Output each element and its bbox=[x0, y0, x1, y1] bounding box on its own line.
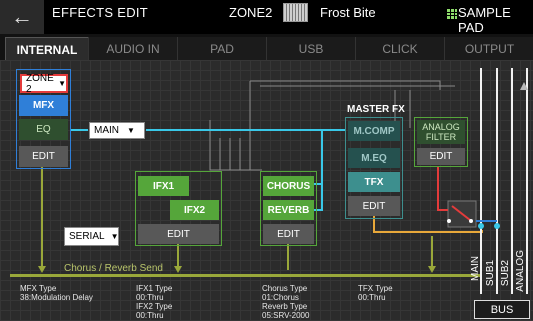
chorus-reverb-send-label: Chorus / Reverb Send bbox=[64, 263, 163, 274]
effects-edit-screen: ← EFFECTS EDIT ZONE2 Frost Bite SAMPLE P… bbox=[0, 0, 533, 321]
grid-icon bbox=[447, 9, 457, 19]
chorus-reverb-edit-button[interactable]: EDIT bbox=[263, 224, 314, 244]
screen-title: EFFECTS EDIT bbox=[52, 5, 149, 20]
routing-area: ZONE 2 ▼ MFX EQ EDIT MAIN ▼ IFX1 IFX2 EDIT… bbox=[0, 60, 533, 321]
zone-select-dropdown[interactable]: ZONE 2 ▼ bbox=[20, 72, 68, 95]
chorus-type-value: 01:Chorus bbox=[262, 293, 299, 302]
mcomp-button[interactable]: M.COMP bbox=[348, 121, 400, 141]
tab-click[interactable]: CLICK bbox=[355, 37, 444, 60]
tab-output[interactable]: OUTPUT bbox=[444, 37, 533, 60]
output-main-label: MAIN bbox=[470, 256, 481, 281]
output-sub1-label: SUB1 bbox=[485, 260, 496, 287]
chevron-down-icon: ▼ bbox=[58, 79, 66, 88]
header-bar: ← EFFECTS EDIT ZONE2 Frost Bite SAMPLE P… bbox=[0, 0, 533, 35]
ifx2-type-info: IFX2 Type 00:Thru bbox=[136, 302, 172, 320]
output-analog-label: ANALOG bbox=[515, 250, 526, 292]
reverb-button[interactable]: REVERB bbox=[263, 200, 314, 220]
output-sub2-label: SUB2 bbox=[500, 260, 511, 287]
tfx-button[interactable]: TFX bbox=[348, 172, 400, 192]
chevron-down-icon: ▼ bbox=[127, 126, 135, 135]
tab-pad[interactable]: PAD bbox=[177, 37, 266, 60]
keyboard-icon bbox=[283, 3, 308, 22]
zone-indicator: ZONE2 bbox=[229, 5, 273, 20]
analog-filter-button[interactable]: ANALOG FILTER bbox=[417, 120, 465, 144]
mfx-type-label: MFX Type bbox=[20, 284, 57, 293]
ifx2-type-label: IFX2 Type bbox=[136, 302, 173, 311]
reverb-type-label: Reverb Type bbox=[262, 302, 308, 311]
master-fx-edit-button[interactable]: EDIT bbox=[348, 196, 400, 216]
ifx2-button[interactable]: IFX2 bbox=[170, 200, 219, 220]
mfx-type-info: MFX Type 38:Modulation Delay bbox=[20, 284, 93, 302]
master-fx-title: MASTER FX bbox=[347, 104, 405, 115]
ifx2-type-value: 00:Thru bbox=[136, 311, 164, 320]
chorus-button[interactable]: CHORUS bbox=[263, 176, 314, 196]
tfx-type-info: TFX Type 00:Thru bbox=[358, 284, 393, 302]
reverb-type-value: 05:SRV-2000 bbox=[262, 311, 310, 320]
reverb-type-info: Reverb Type 05:SRV-2000 bbox=[262, 302, 309, 320]
tab-bar: INTERNAL AUDIO IN PAD USB CLICK OUTPUT bbox=[0, 34, 533, 61]
ifx1-type-label: IFX1 Type bbox=[136, 284, 173, 293]
tfx-type-value: 00:Thru bbox=[358, 293, 386, 302]
ifx1-type-info: IFX1 Type 00:Thru bbox=[136, 284, 172, 302]
mfx-button[interactable]: MFX bbox=[19, 95, 68, 116]
ifx-edit-button[interactable]: EDIT bbox=[138, 224, 219, 244]
ifx-mode-label: SERIAL bbox=[69, 231, 105, 242]
analog-filter-edit-button[interactable]: EDIT bbox=[417, 148, 465, 165]
chorus-type-label: Chorus Type bbox=[262, 284, 308, 293]
sample-pad-button[interactable]: SAMPLE PAD bbox=[458, 5, 533, 35]
zone-select-label: ZONE 2 bbox=[26, 72, 54, 95]
tfx-type-label: TFX Type bbox=[358, 284, 393, 293]
analog-filter-label-2: FILTER bbox=[425, 132, 457, 142]
chevron-down-icon: ▼ bbox=[110, 232, 119, 241]
tone-name: Frost Bite bbox=[320, 5, 376, 20]
zone-edit-button[interactable]: EDIT bbox=[19, 146, 68, 167]
tab-usb[interactable]: USB bbox=[266, 37, 355, 60]
ifx-mode-select[interactable]: SERIAL ▼ bbox=[64, 227, 119, 246]
chorus-type-info: Chorus Type 01:Chorus bbox=[262, 284, 307, 302]
meq-button[interactable]: M.EQ bbox=[348, 148, 400, 168]
back-arrow-icon[interactable]: ← bbox=[0, 0, 44, 34]
tab-audio-in[interactable]: AUDIO IN bbox=[88, 37, 177, 60]
main-select-label: MAIN bbox=[94, 125, 119, 136]
ifx1-type-value: 00:Thru bbox=[136, 293, 164, 302]
eq-button[interactable]: EQ bbox=[19, 119, 68, 140]
tab-internal[interactable]: INTERNAL bbox=[5, 37, 89, 61]
ifx1-button[interactable]: IFX1 bbox=[138, 176, 189, 196]
bus-button[interactable]: BUS bbox=[474, 300, 530, 319]
main-output-select[interactable]: MAIN ▼ bbox=[89, 122, 145, 139]
mfx-type-value: 38:Modulation Delay bbox=[20, 293, 93, 302]
analog-filter-label-1: ANALOG bbox=[422, 122, 460, 132]
